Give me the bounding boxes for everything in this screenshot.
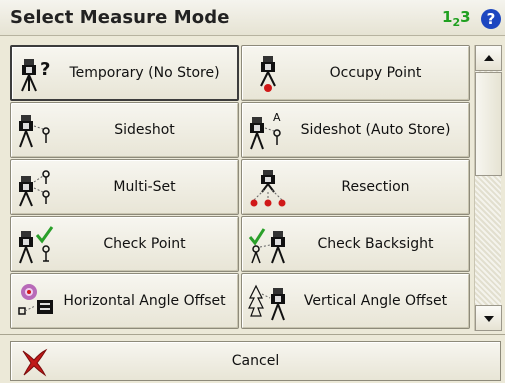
arrow-up-icon <box>484 55 494 61</box>
instrument-sideshot-icon <box>19 115 50 148</box>
mode-label: Sideshot (Auto Store) <box>300 121 451 138</box>
svg-text:?: ? <box>40 59 50 80</box>
measure-mode-dialog: Select Measure Mode 123 ? ? Temporary (N… <box>0 0 505 383</box>
mode-button-check-backsight[interactable]: Check Backsight <box>241 216 470 272</box>
title-bar: Select Measure Mode 123 ? <box>0 0 505 36</box>
vertical-angle-offset-icon <box>248 284 285 321</box>
dialog-title: Select Measure Mode <box>10 7 230 28</box>
mode-button-vertical-angle-offset[interactable]: Vertical Angle Offset <box>241 273 470 329</box>
mode-button-sideshot-auto-store[interactable]: A Sideshot (Auto Store) <box>241 102 470 158</box>
numeric-indicator-base: 1 <box>442 8 453 26</box>
cancel-button[interactable]: Cancel <box>10 341 501 381</box>
mode-button-check-point[interactable]: Check Point <box>10 216 239 272</box>
mode-button-multi-set[interactable]: Multi-Set <box>10 159 239 215</box>
instrument-checkpoint-icon <box>19 226 54 264</box>
mode-button-resection[interactable]: Resection <box>241 159 470 215</box>
mode-label: Multi-Set <box>113 178 176 195</box>
mode-button-occupy-point[interactable]: Occupy Point <box>241 45 470 101</box>
cancel-label: Cancel <box>231 353 280 369</box>
instrument-question-icon: ? <box>21 59 50 92</box>
instrument-multiset-icon <box>19 170 50 207</box>
scroll-down-button[interactable] <box>475 305 502 331</box>
mode-label: Vertical Angle Offset <box>303 292 448 309</box>
mode-label: Check Backsight <box>317 235 434 252</box>
mode-label: Occupy Point <box>329 64 422 81</box>
mode-label: Resection <box>341 178 410 195</box>
mode-label: Sideshot <box>114 121 175 138</box>
mode-button-horizontal-angle-offset[interactable]: Horizontal Angle Offset <box>10 273 239 329</box>
footer-bar: Cancel <box>0 334 505 383</box>
mode-label: Horizontal Angle Offset <box>63 292 226 309</box>
instrument-occupy-icon <box>260 56 276 92</box>
mode-button-sideshot[interactable]: Sideshot <box>10 102 239 158</box>
instrument-check-backsight-icon <box>248 228 285 264</box>
mode-label: Temporary (No Store) <box>69 64 220 81</box>
svg-text:A: A <box>273 111 281 124</box>
arrow-down-icon <box>484 316 494 322</box>
scroll-up-button[interactable] <box>475 45 502 71</box>
numeric-input-indicator[interactable]: 123 <box>442 8 471 29</box>
numeric-indicator-tail: 3 <box>460 8 471 26</box>
numeric-indicator-sub: 2 <box>452 16 461 29</box>
mode-button-temporary-no-store[interactable]: ? Temporary (No Store) <box>10 45 239 101</box>
scroll-thumb[interactable] <box>475 72 502 176</box>
horizontal-angle-offset-icon <box>18 284 53 315</box>
instrument-sideshot-auto-icon: A <box>250 111 281 150</box>
mode-button-grid: ? Temporary (No Store) Occupy Point Side… <box>10 45 471 331</box>
instrument-resection-icon <box>250 170 286 207</box>
vertical-scrollbar[interactable] <box>474 45 502 331</box>
mode-label: Check Point <box>103 235 186 252</box>
help-icon[interactable]: ? <box>481 9 501 29</box>
